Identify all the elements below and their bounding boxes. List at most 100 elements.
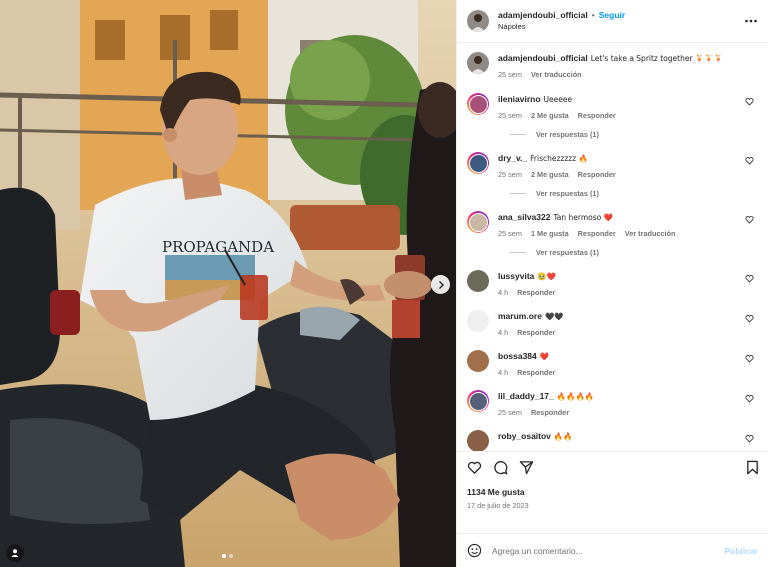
post-actions: 1134 Me gusta 17 de julio de 2023 xyxy=(457,451,768,533)
carousel-dots xyxy=(222,554,233,558)
replies-line xyxy=(510,193,526,194)
commenter-avatar[interactable] xyxy=(467,390,489,412)
commenter-avatar[interactable] xyxy=(467,350,489,372)
reply-button[interactable]: Responder xyxy=(578,170,616,179)
author-username[interactable]: adamjendoubi_official xyxy=(498,9,588,21)
shirt-print-text: PROPAGANDA xyxy=(162,238,274,256)
comment: ileniavirno Ueeeee 25 sem 2 Me gusta Resp… xyxy=(467,93,758,120)
commenter-avatar[interactable] xyxy=(467,93,489,115)
comment: marum.ore 🖤🖤 4 h Responder xyxy=(467,310,758,337)
comment-composer: Publicar xyxy=(457,533,768,567)
comment-bubble-icon[interactable] xyxy=(493,460,508,475)
post-date: 17 de julio de 2023 xyxy=(467,501,529,510)
comment-time[interactable]: 4 h xyxy=(498,328,508,337)
like-comment-heart-icon[interactable] xyxy=(745,97,754,106)
tagged-users-button[interactable] xyxy=(6,544,24,562)
comment-text: 🔥🔥 xyxy=(553,432,573,441)
comment-text: 🥹❤️ xyxy=(537,272,557,281)
comment-text: 🖤🖤 xyxy=(544,312,564,321)
view-replies-label: Ver respuestas (1) xyxy=(536,248,599,257)
like-comment-heart-icon[interactable] xyxy=(745,156,754,165)
reply-button[interactable]: Responder xyxy=(578,111,616,120)
post-location[interactable]: Nápoles xyxy=(498,21,625,33)
commenter-avatar[interactable] xyxy=(467,270,489,292)
comment-username[interactable]: ileniavirno xyxy=(498,94,541,104)
post-comment-button[interactable]: Publicar xyxy=(724,546,758,556)
chevron-right-icon xyxy=(438,280,444,289)
reply-button[interactable]: Responder xyxy=(517,328,555,337)
reply-button[interactable]: Responder xyxy=(531,408,569,417)
comment-username[interactable]: marum.ore xyxy=(498,311,542,321)
like-comment-heart-icon[interactable] xyxy=(745,394,754,403)
comments-list[interactable]: adamjendoubi_official Let's take a Spritz… xyxy=(457,43,768,451)
comment-text: Frischezzzzz 🔥 xyxy=(530,154,588,163)
view-replies-label: Ver respuestas (1) xyxy=(536,189,599,198)
share-send-icon[interactable] xyxy=(519,460,534,475)
view-replies-button[interactable]: Ver respuestas (1) xyxy=(510,248,758,257)
author-avatar[interactable] xyxy=(467,10,489,32)
view-replies-label: Ver respuestas (1) xyxy=(536,130,599,139)
comment-username[interactable]: lil_daddy_17_ xyxy=(498,391,554,401)
commenter-avatar[interactable] xyxy=(467,152,489,174)
more-options-icon[interactable] xyxy=(744,14,758,28)
comment-text: Ueeeee xyxy=(543,95,573,104)
comment: lussyvita 🥹❤️ 4 h Responder xyxy=(467,270,758,297)
comment-username[interactable]: dry_v._ xyxy=(498,153,527,163)
comment-username[interactable]: bossa384 xyxy=(498,351,537,361)
view-replies-button[interactable]: Ver respuestas (1) xyxy=(510,130,758,139)
replies-line xyxy=(510,252,526,253)
like-comment-heart-icon[interactable] xyxy=(745,274,754,283)
comment-text: ❤️ xyxy=(539,352,550,361)
reply-button[interactable]: Responder xyxy=(517,288,555,297)
carousel-dot xyxy=(229,554,233,558)
comment-time[interactable]: 25 sem xyxy=(498,408,522,417)
caption-username[interactable]: adamjendoubi_official xyxy=(498,53,588,63)
like-heart-icon[interactable] xyxy=(467,460,482,475)
separator-dot: • xyxy=(591,10,595,20)
follow-button[interactable]: Seguir xyxy=(599,9,625,21)
like-comment-heart-icon[interactable] xyxy=(745,314,754,323)
comment-likes[interactable]: 1 Me gusta xyxy=(531,229,569,238)
comment-input[interactable] xyxy=(492,545,725,556)
translate-button[interactable]: Ver traducción xyxy=(625,229,676,238)
commenter-avatar[interactable] xyxy=(467,310,489,332)
view-replies-button[interactable]: Ver respuestas (1) xyxy=(510,189,758,198)
comment-time[interactable]: 25 sem xyxy=(498,170,522,179)
replies-line xyxy=(510,134,526,135)
user-icon xyxy=(11,549,19,557)
post-header: adamjendoubi_official • Seguir Nápoles xyxy=(457,0,768,43)
like-comment-heart-icon[interactable] xyxy=(745,354,754,363)
likes-count[interactable]: 1134 Me gusta xyxy=(467,487,758,497)
post-image: PROPAGANDA xyxy=(0,0,456,567)
author-avatar[interactable] xyxy=(467,52,489,74)
like-comment-heart-icon[interactable] xyxy=(745,215,754,224)
comment-username[interactable]: ana_silva322 xyxy=(498,212,550,222)
caption-time[interactable]: 25 sem xyxy=(498,70,522,79)
comment: bossa384 ❤️ 4 h Responder xyxy=(467,350,758,377)
comment-time[interactable]: 4 h xyxy=(498,368,508,377)
comment: dry_v._ Frischezzzzz 🔥 25 sem 2 Me gusta … xyxy=(467,152,758,179)
caption: adamjendoubi_official Let's take a Spritz… xyxy=(467,52,758,79)
caption-text: Let's take a Spritz together 🍹🍹🍹 xyxy=(590,54,723,63)
comment-username[interactable]: lussyvita xyxy=(498,271,534,281)
next-photo-button[interactable] xyxy=(431,275,450,294)
comment-likes[interactable]: 2 Me gusta xyxy=(531,170,569,179)
emoji-smiley-icon[interactable] xyxy=(467,543,482,558)
caption-translate-button[interactable]: Ver traducción xyxy=(531,70,582,79)
reply-button[interactable]: Responder xyxy=(517,368,555,377)
comment: roby_osaitov 🔥🔥 xyxy=(467,430,758,451)
carousel-dot-active xyxy=(222,554,226,558)
save-bookmark-icon[interactable] xyxy=(745,460,760,475)
post-panel: adamjendoubi_official • Seguir Nápoles a… xyxy=(456,0,768,567)
comment-time[interactable]: 25 sem xyxy=(498,111,522,120)
comment: ana_silva322 Tan hermoso ❤️ 25 sem 1 Me g… xyxy=(467,211,758,238)
post-photo[interactable]: PROPAGANDA xyxy=(0,0,456,567)
like-comment-heart-icon[interactable] xyxy=(745,434,754,443)
comment-likes[interactable]: 2 Me gusta xyxy=(531,111,569,120)
comment-time[interactable]: 25 sem xyxy=(498,229,522,238)
comment-username[interactable]: roby_osaitov xyxy=(498,431,551,441)
comment-time[interactable]: 4 h xyxy=(498,288,508,297)
commenter-avatar[interactable] xyxy=(467,211,489,233)
commenter-avatar[interactable] xyxy=(467,430,489,451)
reply-button[interactable]: Responder xyxy=(578,229,616,238)
